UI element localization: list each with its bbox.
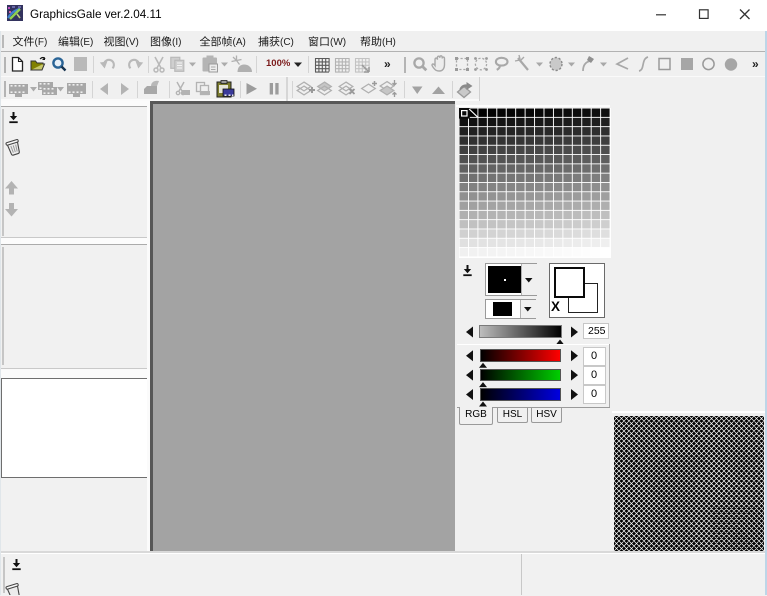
svg-text:(F): (F) (35, 37, 48, 48)
svg-text:(V): (V) (126, 37, 139, 48)
svg-text:(E): (E) (80, 37, 93, 48)
svg-text:(H): (H) (382, 37, 396, 48)
svg-text:(W): (W) (330, 37, 346, 48)
svg-text:(A): (A) (233, 37, 246, 48)
svg-text:(I): (I) (172, 37, 181, 48)
svg-text:(C): (C) (280, 37, 294, 48)
